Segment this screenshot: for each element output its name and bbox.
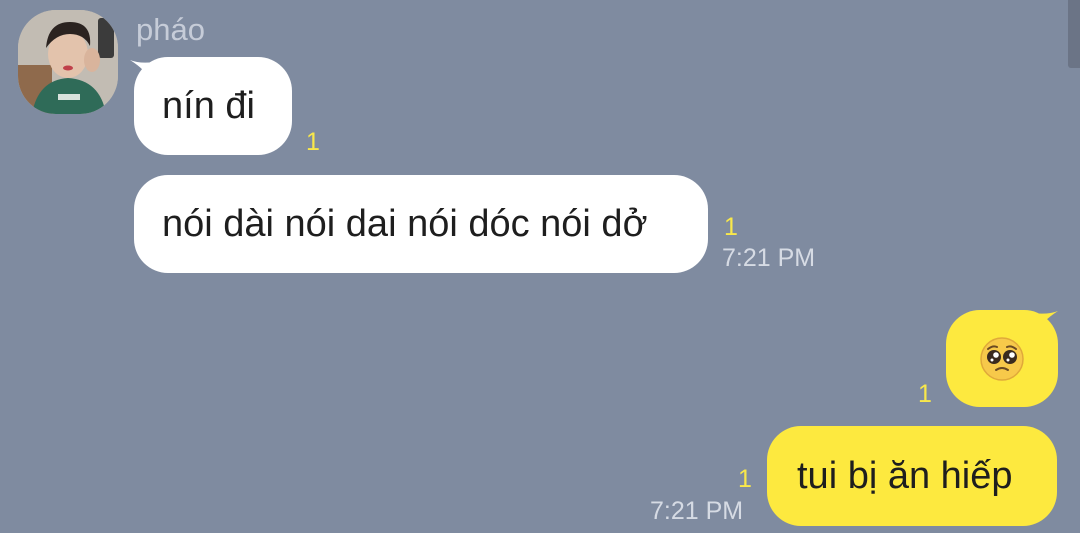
message-text: tui bị ăn hiếp	[797, 454, 1013, 497]
pleading-face-emoji-icon	[980, 336, 1024, 381]
message-text: nói dài nói dai nói dóc nói dở	[162, 202, 648, 245]
message-bubble-incoming[interactable]: nín đi	[134, 57, 292, 155]
message-bubble-outgoing[interactable]: tui bị ăn hiếp	[767, 426, 1057, 526]
unread-count: 1	[738, 465, 752, 493]
unread-count: 1	[724, 213, 738, 241]
unread-count: 1	[306, 128, 320, 156]
sender-avatar[interactable]	[18, 10, 118, 114]
sender-name: pháo	[136, 12, 205, 47]
message-timestamp: 7:21 PM	[722, 244, 816, 272]
message-timestamp: 7:21 PM	[650, 497, 744, 525]
message-bubble-incoming[interactable]: nói dài nói dai nói dóc nói dở	[134, 175, 708, 273]
avatar-photo-icon	[18, 10, 118, 114]
scrollbar[interactable]	[1068, 0, 1080, 68]
message-bubble-outgoing[interactable]	[946, 310, 1058, 407]
message-text: nín đi	[162, 84, 255, 127]
unread-count: 1	[918, 380, 932, 408]
